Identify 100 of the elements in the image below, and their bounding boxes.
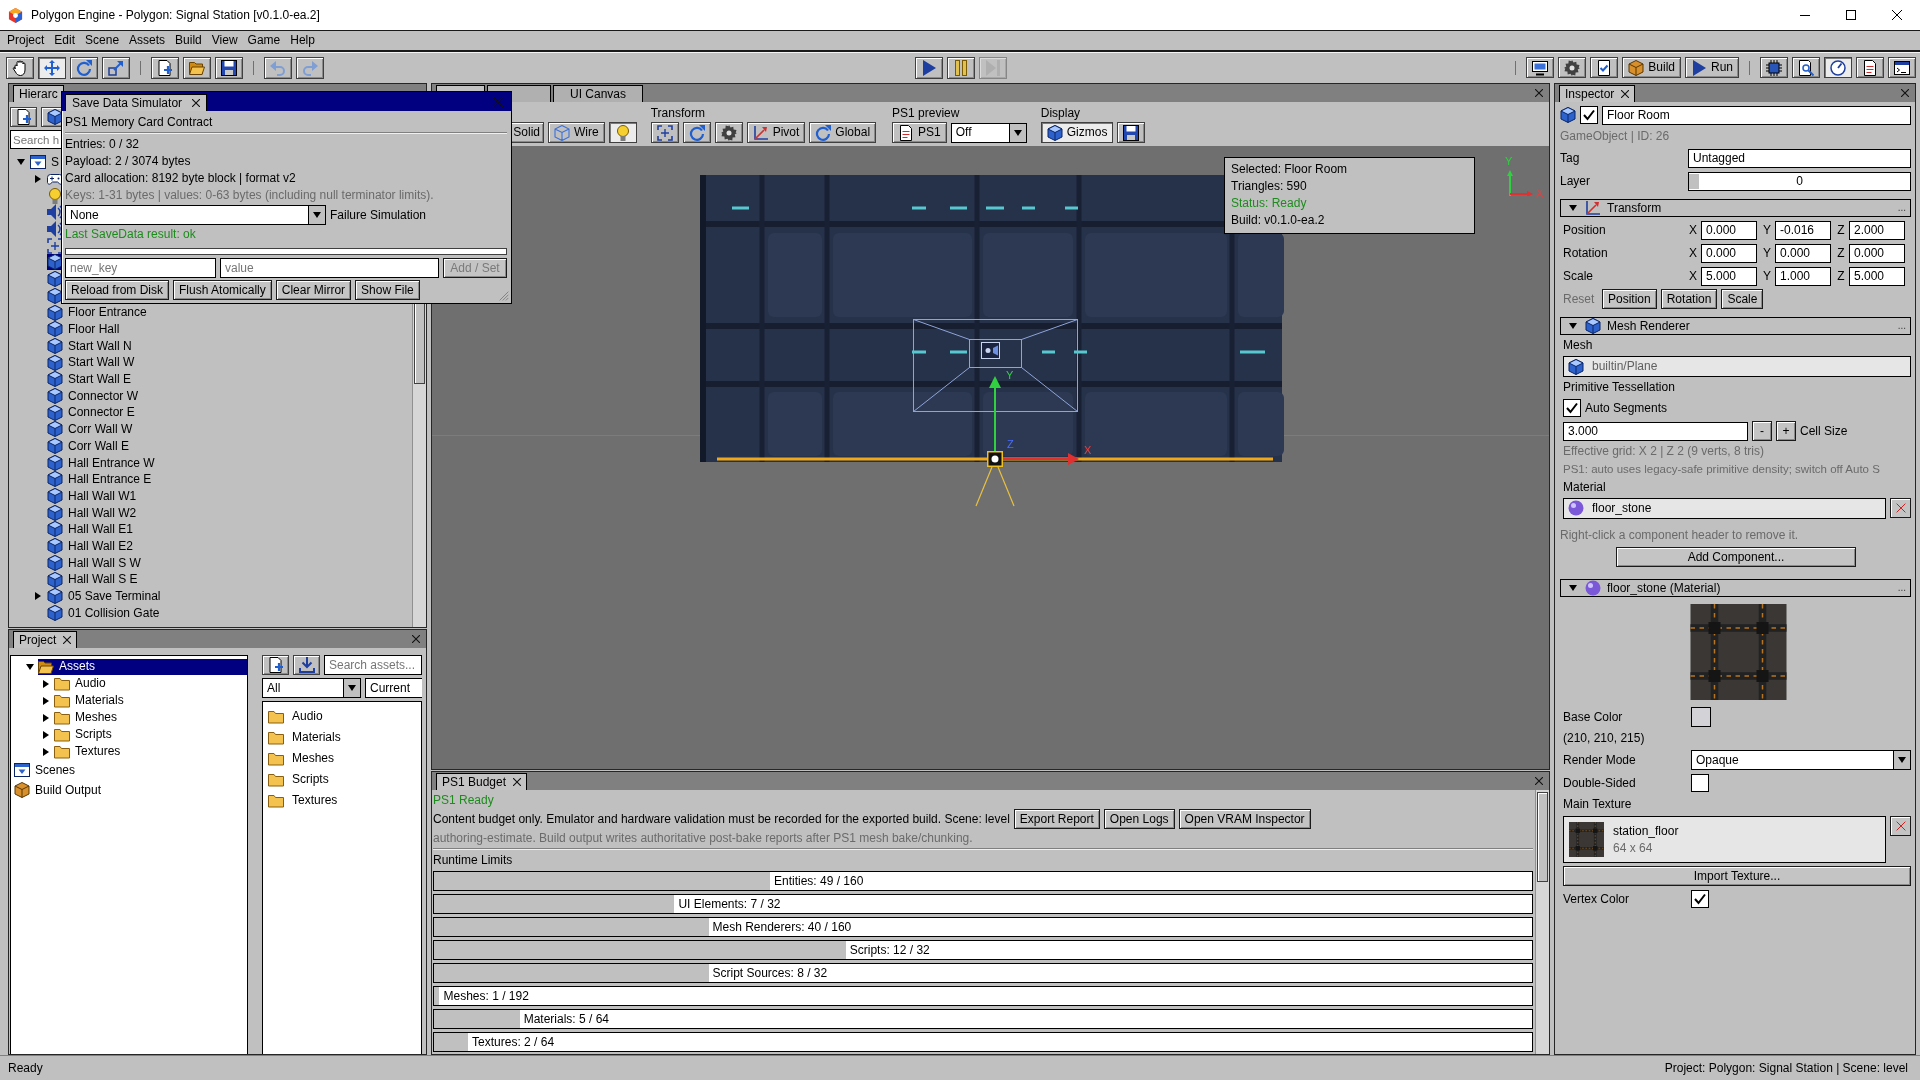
- lightbulb-button[interactable]: [608, 122, 637, 143]
- number-field[interactable]: 2.000: [1849, 220, 1905, 240]
- tree-item[interactable]: Hall Entrance E: [47, 471, 154, 488]
- tree-item[interactable]: Hall Entrance W: [47, 454, 157, 471]
- color-swatch-icon[interactable]: [1691, 707, 1711, 727]
- action-button[interactable]: Reload from Disk: [65, 280, 170, 300]
- key-field[interactable]: new_key: [65, 258, 216, 278]
- action-button[interactable]: Show File: [355, 280, 420, 300]
- tab[interactable]: UI Canvas: [553, 85, 644, 102]
- floppy-disk-button[interactable]: [1117, 122, 1146, 143]
- section-header[interactable]: Transform ...: [1560, 199, 1911, 217]
- caret-icon[interactable]: [26, 662, 34, 671]
- name-field[interactable]: Floor Room: [1602, 105, 1911, 125]
- tree-item[interactable]: Hall Wall W1: [47, 488, 139, 505]
- tab[interactable]: Project: [13, 631, 78, 648]
- tree-item[interactable]: Hall Wall W2: [47, 504, 139, 521]
- list-item[interactable]: Audio: [268, 706, 421, 727]
- caret-icon[interactable]: [42, 679, 50, 688]
- caret-icon[interactable]: [42, 713, 50, 722]
- circular-arrow-button[interactable]: [70, 56, 98, 79]
- close-icon[interactable]: [63, 636, 72, 644]
- menu-item[interactable]: Build: [170, 33, 207, 48]
- section-header[interactable]: Mesh Renderer ...: [1560, 317, 1911, 335]
- tree-item[interactable]: Start Wall W: [47, 354, 137, 371]
- terminal-button[interactable]: [1888, 57, 1916, 78]
- tree-item[interactable]: Audio: [54, 675, 108, 692]
- four-way-arrow-button[interactable]: [38, 56, 66, 79]
- hand-button[interactable]: [6, 56, 34, 79]
- redo-button[interactable]: [296, 56, 324, 79]
- tree-item[interactable]: Hall Wall S E: [47, 571, 140, 588]
- tree-item[interactable]: Textures: [54, 743, 123, 760]
- slider-thumb[interactable]: [1689, 173, 1699, 189]
- gauge-button[interactable]: [1824, 57, 1852, 78]
- close-icon[interactable]: [1535, 89, 1543, 97]
- tree-item[interactable]: Scripts: [54, 726, 114, 743]
- monitor-button[interactable]: [1526, 57, 1555, 78]
- list-item[interactable]: Textures: [268, 790, 421, 811]
- dropdown[interactable]: None: [65, 205, 326, 225]
- menu-item[interactable]: View: [206, 33, 243, 48]
- number-field[interactable]: 5.000: [1701, 266, 1757, 286]
- checkbox[interactable]: [1691, 890, 1709, 908]
- action-button[interactable]: Open Logs: [1103, 809, 1175, 829]
- close-icon[interactable]: [1535, 777, 1543, 785]
- caret-icon[interactable]: [42, 730, 50, 739]
- frame-button[interactable]: [650, 122, 679, 143]
- checkbox[interactable]: [1580, 106, 1598, 124]
- more-button[interactable]: ...: [1897, 202, 1906, 214]
- tree-item[interactable]: Scenes: [14, 762, 78, 778]
- close-icon[interactable]: [1901, 89, 1909, 97]
- dropdown[interactable]: Off: [950, 122, 1027, 143]
- tree-item[interactable]: S: [30, 154, 61, 171]
- chip-button[interactable]: [1760, 57, 1788, 78]
- close-icon[interactable]: [513, 778, 522, 786]
- tree-item[interactable]: 01 Collision Gate: [47, 604, 162, 621]
- reset-button[interactable]: Position: [1602, 289, 1657, 309]
- menu-item[interactable]: Project: [2, 33, 50, 48]
- number-field[interactable]: 0.000: [1701, 220, 1757, 240]
- floppy-disk-button[interactable]: [215, 56, 243, 79]
- list-item[interactable]: Scripts: [268, 769, 421, 790]
- caret-icon[interactable]: [34, 175, 42, 184]
- tree-item[interactable]: Meshes: [54, 709, 120, 726]
- undo-button[interactable]: [264, 56, 292, 79]
- tree-item[interactable]: Hall Wall E2: [47, 538, 135, 555]
- more-button[interactable]: ...: [1897, 320, 1906, 332]
- toolbar-button[interactable]: Wire: [548, 122, 605, 143]
- number-field[interactable]: 0.000: [1775, 243, 1831, 263]
- layer-slider[interactable]: 0: [1688, 171, 1911, 191]
- tab[interactable]: Save Data Simulator: [65, 94, 208, 111]
- tag-field[interactable]: Untagged: [1688, 148, 1911, 168]
- checkbox[interactable]: [1691, 774, 1709, 792]
- toolbar-button[interactable]: PS1: [892, 122, 947, 143]
- tree-item[interactable]: Connector E: [47, 404, 137, 421]
- number-field[interactable]: 3.000: [1563, 421, 1748, 441]
- checklist-button[interactable]: [1590, 57, 1619, 78]
- pause-button[interactable]: [947, 56, 975, 79]
- tree-item[interactable]: Corr Wall W: [47, 421, 135, 438]
- checkbox[interactable]: [1563, 399, 1581, 417]
- new-document-button[interactable]: [262, 655, 289, 675]
- section-header[interactable]: floor_stone (Material) ...: [1560, 579, 1911, 597]
- number-field[interactable]: 5.000: [1849, 266, 1905, 286]
- play-button[interactable]: [915, 56, 943, 79]
- action-button[interactable]: Flush Atomically: [173, 280, 272, 300]
- toolbar-button[interactable]: Global: [809, 122, 877, 143]
- reset-button[interactable]: Scale: [1721, 289, 1764, 309]
- import-texture-button[interactable]: Import Texture...: [1563, 866, 1911, 886]
- close-icon[interactable]: [1621, 90, 1630, 98]
- tree-item[interactable]: Hall Wall S W: [47, 554, 143, 571]
- tree-item[interactable]: Hall Wall E1: [47, 521, 135, 538]
- toolbar-button[interactable]: Gizmos: [1040, 122, 1114, 143]
- remove-button[interactable]: [1890, 498, 1911, 518]
- menu-item[interactable]: Edit: [49, 33, 81, 48]
- gear-button[interactable]: [1558, 57, 1587, 78]
- search-field[interactable]: Search assets...: [324, 655, 422, 675]
- number-field[interactable]: 0.000: [1701, 243, 1757, 263]
- toolbar-button[interactable]: Run: [1685, 57, 1739, 78]
- number-field[interactable]: 1.000: [1775, 266, 1831, 286]
- dropdown[interactable]: All: [262, 678, 361, 698]
- scrollbar[interactable]: [1535, 790, 1549, 1054]
- caret-icon[interactable]: [42, 747, 50, 756]
- tree-item[interactable]: Build Output: [14, 782, 104, 798]
